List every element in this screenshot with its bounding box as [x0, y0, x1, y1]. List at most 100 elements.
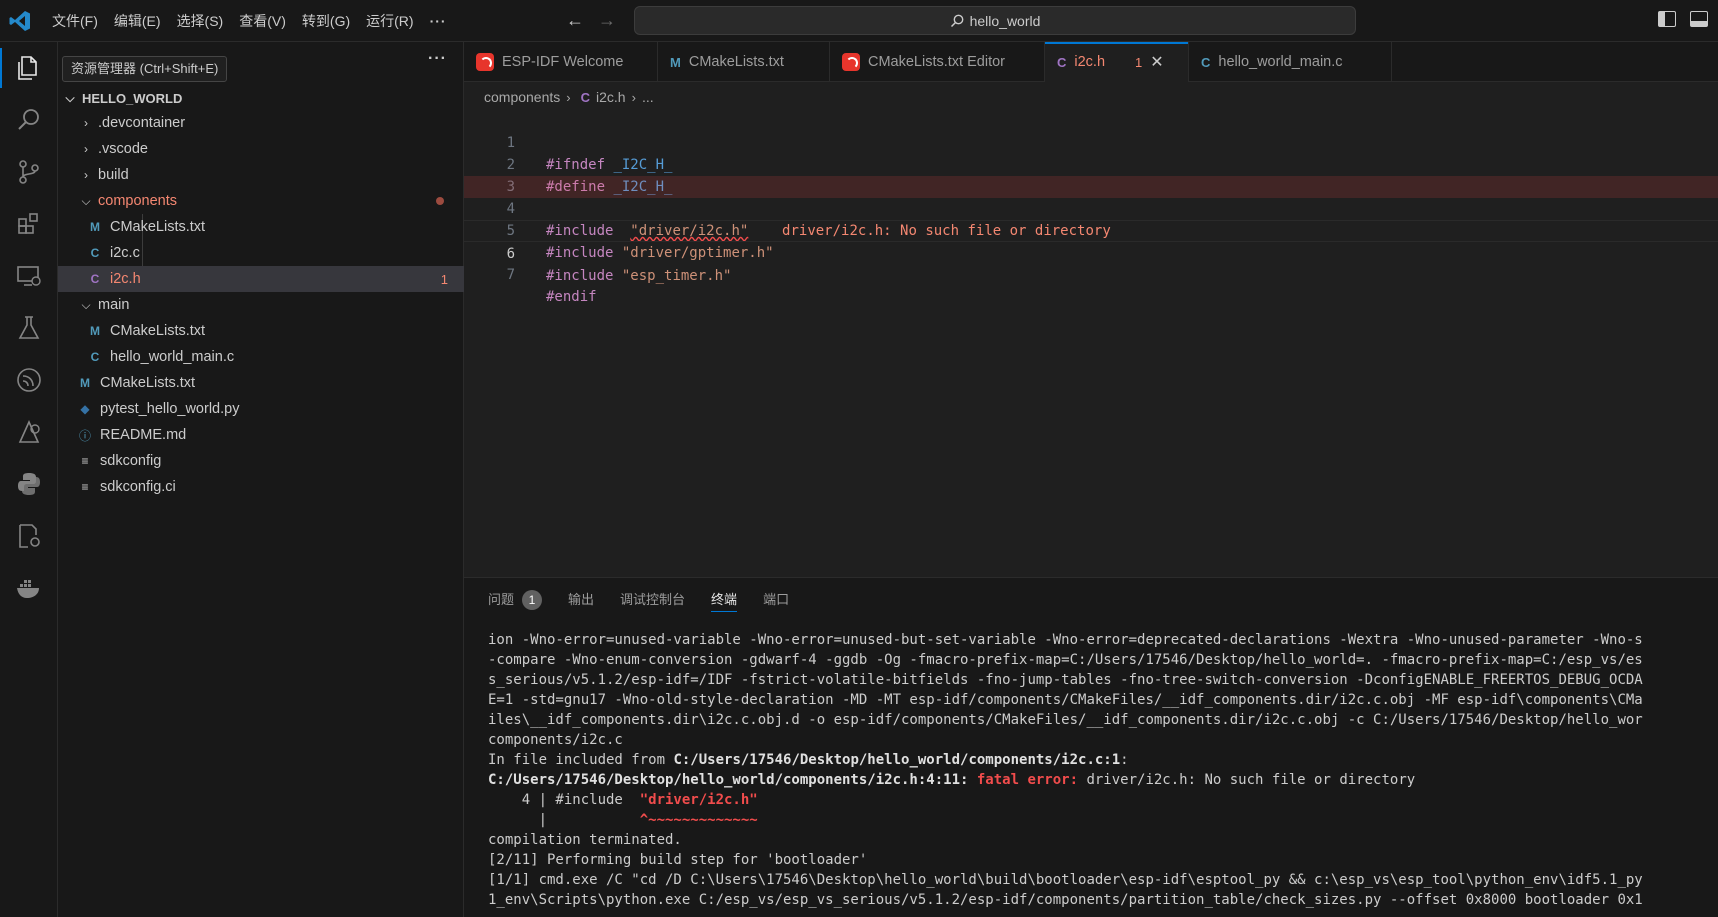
search-icon [950, 14, 963, 27]
python-activity[interactable] [0, 460, 58, 508]
chevron-down-icon: ⌵ [81, 297, 91, 312]
tab-esp-idf-welcome[interactable]: ESP-IDF Welcome [464, 42, 658, 82]
c-file-icon: C [90, 246, 100, 260]
tree-item-label: components [98, 193, 177, 209]
tab-hello-world-main[interactable]: C hello_world_main.c [1189, 42, 1392, 82]
tree-item-sdkconfig[interactable]: ≡ sdkconfig [58, 448, 464, 474]
esp-idf-activity[interactable] [0, 356, 58, 404]
terminal-text: | [488, 812, 640, 828]
forward-arrow-icon[interactable]: → [598, 10, 616, 30]
tree-item-root-cmakelists[interactable]: M CMakeLists.txt [58, 370, 464, 396]
menu-go[interactable]: 转到(G) [294, 8, 358, 34]
c-file-icon: C [90, 350, 100, 364]
back-arrow-icon[interactable]: ← [566, 10, 584, 30]
tree-item-label: i2c.h [110, 271, 141, 287]
source-control-activity[interactable] [0, 148, 58, 196]
docker-activity[interactable] [0, 564, 58, 612]
menu-selection[interactable]: 选择(S) [169, 8, 232, 34]
search-icon [18, 109, 39, 130]
tree-item-label: main [98, 297, 130, 313]
c-header-file-icon: C [580, 89, 591, 105]
code-editor[interactable]: 1 #ifndef _I2C_H_ 2 #define _I2C_H_ 3 4 … [464, 108, 1718, 578]
breadcrumb-file[interactable]: i2c.h [596, 89, 626, 105]
source-control-icon [19, 160, 39, 184]
terminal-line: E=1 -std=gnu17 -Wno-old-style-declaratio… [488, 692, 1643, 708]
tab-debug-console[interactable]: 调试控制台 [620, 578, 685, 622]
tree-item-pytest[interactable]: ◆ pytest_hello_world.py [58, 396, 464, 422]
tree-item-build[interactable]: › build [58, 162, 464, 188]
terminal-line: components/i2c.c [488, 732, 623, 748]
chevron-down-icon: ⌵ [65, 90, 75, 105]
tree-item-main-cmakelists[interactable]: M CMakeLists.txt [58, 318, 464, 344]
testing-activity[interactable] [0, 304, 58, 352]
tree-item-vscode[interactable]: › .vscode [58, 136, 464, 162]
tab-i2c-h[interactable]: C i2c.h 1 ✕ [1045, 42, 1189, 82]
tree-item-hello-world-main[interactable]: C hello_world_main.c [58, 344, 464, 370]
workspace-root[interactable]: ⌵ HELLO_WORLD [58, 85, 464, 111]
terminal-output[interactable]: ion -Wno-error=unused-variable -Wno-erro… [488, 630, 1718, 917]
tree-item-label: build [98, 167, 129, 183]
tree-item-readme[interactable]: ⓘ README.md [58, 422, 464, 448]
command-center-search[interactable]: hello_world [634, 6, 1356, 35]
espressif-icon [476, 53, 494, 71]
terminal-path: C:/Users/17546/Desktop/hello_world/compo… [488, 772, 977, 788]
tab-cmakelists[interactable]: M CMakeLists.txt [658, 42, 830, 82]
terminal-line: compilation terminated. [488, 832, 682, 848]
preprocessor-keyword: #endif [546, 289, 597, 305]
preprocessor-keyword: #include [546, 268, 614, 284]
cmake-file-icon: M [90, 324, 100, 338]
tab-ports[interactable]: 端口 [763, 578, 789, 622]
tab-cmakelists-editor[interactable]: CMakeLists.txt Editor [830, 42, 1045, 82]
tab-terminal[interactable]: 终端 [711, 578, 738, 622]
explorer-activity[interactable] [0, 44, 58, 92]
tab-label: i2c.h [1074, 54, 1106, 70]
chevron-right-icon: › [84, 168, 88, 182]
tree-item-main[interactable]: ⌵ main [58, 292, 464, 318]
code-line: 1 #ifndef _I2C_H_ [464, 110, 1718, 173]
tab-label: CMakeLists.txt [688, 54, 784, 70]
menu-edit[interactable]: 编辑(E) [106, 8, 169, 34]
extensions-activity[interactable] [0, 200, 58, 248]
chevron-right-icon: › [84, 116, 88, 130]
terminal-highlight: "driver/i2c.h" [639, 792, 758, 808]
tree-item-label: pytest_hello_world.py [100, 401, 240, 417]
tree-item-label: sdkconfig [100, 453, 162, 469]
tab-problems[interactable]: 问题 1 [488, 578, 543, 622]
search-activity[interactable] [0, 96, 58, 144]
include-path-string: "esp_timer.h" [621, 268, 732, 284]
bottom-panel: 问题 1 输出 调试控制台 终端 端口 ion -Wno-error=unused… [464, 577, 1718, 917]
close-icon[interactable]: ✕ [1150, 52, 1163, 72]
toggle-sidebar-icon[interactable] [1658, 11, 1676, 27]
extensions-icon [18, 213, 38, 234]
toggle-panel-icon[interactable] [1690, 11, 1708, 27]
c-file-icon: C [1201, 54, 1211, 70]
tree-item-label: CMakeLists.txt [100, 375, 196, 391]
tab-output[interactable]: 输出 [568, 578, 594, 622]
tree-item-label: .vscode [98, 141, 148, 157]
code-line: 3 [464, 154, 1718, 195]
tree-item-devcontainer[interactable]: › .devcontainer [58, 110, 464, 136]
settings-doc-activity[interactable] [0, 512, 58, 560]
tree-item-components[interactable]: ⌵ components [58, 188, 464, 214]
tree-item-i2c-c[interactable]: C i2c.c [58, 240, 464, 266]
breadcrumb-symbols[interactable]: ... [642, 89, 654, 105]
tree-item-label: CMakeLists.txt [110, 219, 206, 235]
chevron-right-icon: › [84, 142, 88, 156]
explorer-more-button[interactable]: ··· [428, 50, 447, 68]
menu-run[interactable]: 运行(R) [358, 8, 421, 34]
text-lines-icon: ≡ [81, 454, 89, 468]
code-line-error: 4 #include "driver/i2c.h" driver/i2c.h: … [464, 176, 1718, 239]
terminal-line: s_serious/v5.1.2/esp-idf=/IDF -fstrict-v… [488, 672, 1643, 688]
terminal-highlight: ^~~~~~~~~~~~~~ [639, 812, 758, 828]
terminal-line: 1_env\Scripts\python.exe C:/esp_vs/esp_v… [488, 892, 1643, 908]
breadcrumb-folder[interactable]: components [484, 89, 560, 105]
menu-view[interactable]: 查看(V) [231, 8, 294, 34]
menu-file[interactable]: 文件(F) [44, 8, 106, 34]
tree-item-sdkconfig-ci[interactable]: ≡ sdkconfig.ci [58, 474, 464, 500]
remote-explorer-activity[interactable] [0, 252, 58, 300]
tree-item-components-cmakelists[interactable]: M CMakeLists.txt [58, 214, 464, 240]
platformio-activity[interactable] [0, 408, 58, 456]
menu-more-button[interactable]: ··· [422, 8, 455, 34]
tree-item-i2c-h[interactable]: C i2c.h 1 [58, 266, 464, 292]
tab-label: ESP-IDF Welcome [502, 54, 624, 70]
